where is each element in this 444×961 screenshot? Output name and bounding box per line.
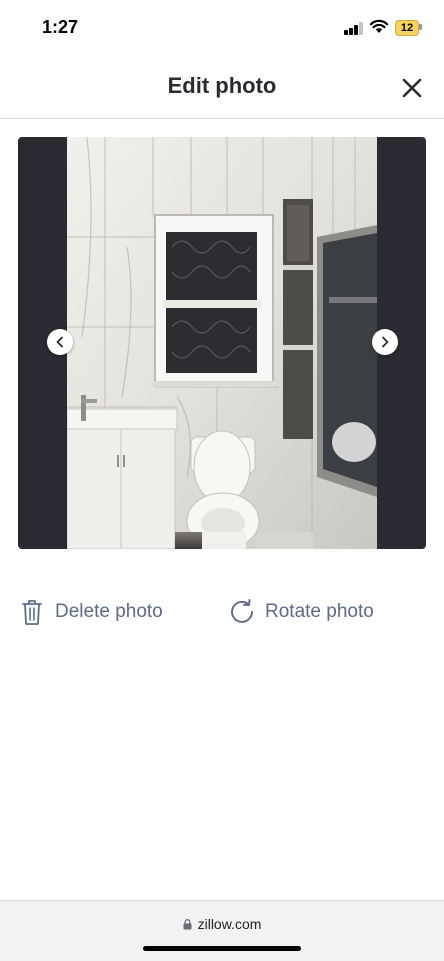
rotate-photo-label: Rotate photo [265,601,374,622]
close-button[interactable] [398,74,426,102]
status-bar: 1:27 12 [0,0,444,54]
battery-icon: 12 [395,20,422,36]
header: Edit photo [0,56,444,119]
rotate-photo-button[interactable]: Rotate photo [229,596,399,628]
signal-icon [344,22,364,35]
status-time: 1:27 [42,17,79,37]
lock-icon [183,919,192,930]
battery-level: 12 [400,22,414,34]
photo-viewer [18,137,426,549]
next-photo-button[interactable] [372,329,398,355]
chevron-right-icon [382,336,389,348]
url-display[interactable]: zillow.com [0,916,444,932]
previous-photo-button[interactable] [47,329,73,355]
page-title: Edit photo [167,73,277,98]
chevron-left-icon [56,336,63,348]
rotate-icon [231,599,253,623]
delete-photo-label: Delete photo [55,601,163,622]
browser-address-bar[interactable]: zillow.com [0,900,444,961]
home-indicator [143,946,301,951]
trash-icon [22,600,42,625]
delete-photo-button[interactable]: Delete photo [20,596,190,628]
bathroom-photo [67,137,377,549]
wifi-icon [369,19,389,33]
url-text: zillow.com [197,916,262,932]
close-icon [402,78,422,98]
